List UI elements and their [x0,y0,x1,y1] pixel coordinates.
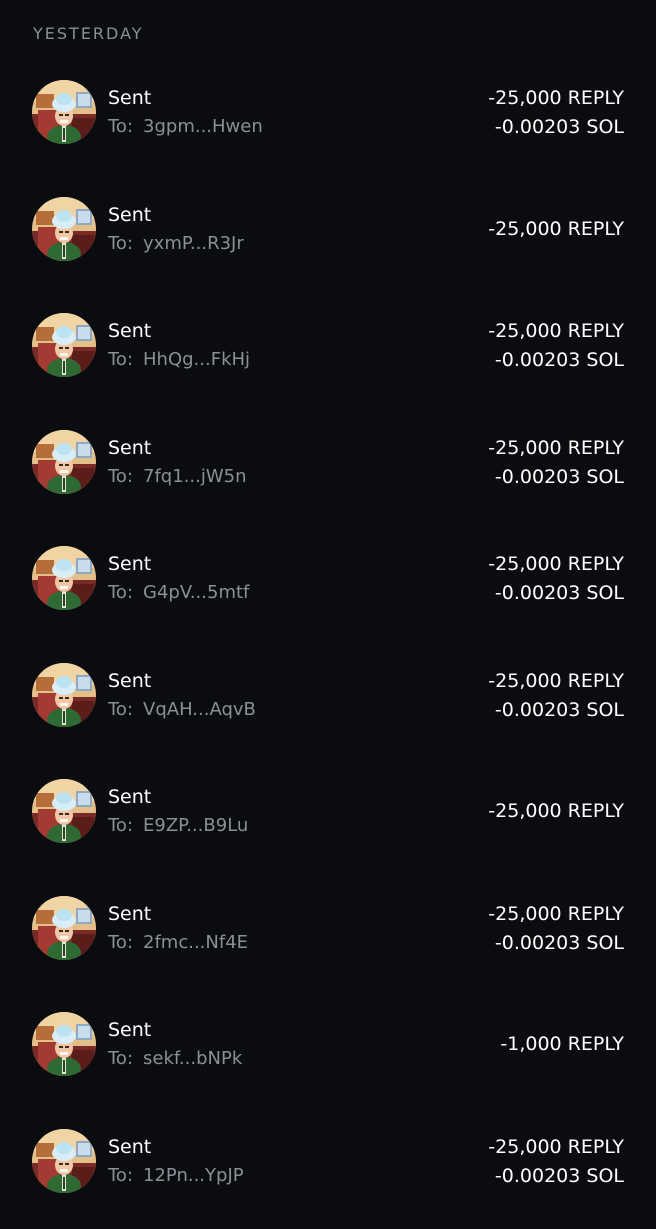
transaction-row[interactable]: Sent To: 7fq1...jW5n -25,000 REPLY -0.00203 … [0,430,656,530]
to-label: To: [108,582,134,603]
token-avatar-icon [32,80,96,144]
token-avatar-icon [32,779,96,843]
transaction-row[interactable]: Sent To: HhQg...FkHj -25,000 REPLY -0.00203 … [0,313,656,413]
token-amount: -25,000 REPLY [488,1136,624,1158]
recipient-line: To: yxmP...R3Jr [108,233,244,254]
recipient-address: G4pV...5mtf [143,582,250,603]
token-amount: -25,000 REPLY [488,218,624,240]
transaction-title: Sent [108,87,152,109]
transaction-title: Sent [108,204,152,226]
to-label: To: [108,466,134,487]
transaction-row[interactable]: Sent To: E9ZP...B9Lu -25,000 REPLY [0,779,656,879]
fee-amount: -0.00203 SOL [494,116,624,138]
recipient-address: 12Pn...YpJP [143,1165,244,1186]
token-avatar-icon [32,197,96,261]
transaction-title: Sent [108,786,152,808]
fee-amount: -0.00203 SOL [494,932,624,954]
transaction-row[interactable]: Sent To: VqAH...AqvB -25,000 REPLY -0.00203 … [0,663,656,763]
recipient-line: To: sekf...bNPk [108,1048,242,1069]
recipient-address: sekf...bNPk [143,1048,243,1069]
recipient-address: 2fmc...Nf4E [143,932,249,953]
transaction-row[interactable]: Sent To: sekf...bNPk -1,000 REPLY [0,1012,656,1112]
recipient-line: To: E9ZP...B9Lu [108,815,248,836]
recipient-line: To: 2fmc...Nf4E [108,932,248,953]
token-amount: -25,000 REPLY [488,320,624,342]
token-amount: -25,000 REPLY [488,903,624,925]
transaction-title: Sent [108,1136,152,1158]
to-label: To: [108,1165,134,1186]
recipient-line: To: 3gpm...Hwen [108,116,263,137]
transaction-list: Sent To: 3gpm...Hwen -25,000 REPLY -0.00203 … [0,0,656,1200]
token-avatar-icon [32,896,96,960]
transaction-row[interactable]: Sent To: yxmP...R3Jr -25,000 REPLY [0,197,656,297]
to-label: To: [108,932,134,953]
token-avatar-icon [32,430,96,494]
token-avatar-icon [32,313,96,377]
fee-amount: -0.00203 SOL [494,699,624,721]
recipient-line: To: 7fq1...jW5n [108,466,247,487]
token-avatar-icon [32,546,96,610]
transaction-title: Sent [108,670,152,692]
fee-amount: -0.00203 SOL [494,349,624,371]
token-amount: -25,000 REPLY [488,87,624,109]
token-amount: -1,000 REPLY [500,1033,624,1055]
recipient-address: 3gpm...Hwen [143,116,263,137]
token-avatar-icon [32,1129,96,1193]
to-label: To: [108,815,134,836]
recipient-address: 7fq1...jW5n [143,466,247,487]
to-label: To: [108,233,134,254]
token-amount: -25,000 REPLY [488,670,624,692]
fee-amount: -0.00203 SOL [494,1165,624,1187]
transaction-row[interactable]: Sent To: G4pV...5mtf -25,000 REPLY -0.00203 … [0,546,656,646]
recipient-line: To: G4pV...5mtf [108,582,249,603]
recipient-address: HhQg...FkHj [143,349,251,370]
fee-amount: -0.00203 SOL [494,466,624,488]
fee-amount: -0.00203 SOL [494,582,624,604]
token-avatar-icon [32,1012,96,1076]
recipient-address: yxmP...R3Jr [143,233,244,254]
token-amount: -25,000 REPLY [488,553,624,575]
recipient-line: To: HhQg...FkHj [108,349,250,370]
token-amount: -25,000 REPLY [488,800,624,822]
to-label: To: [108,116,134,137]
transaction-title: Sent [108,1019,152,1041]
transaction-title: Sent [108,903,152,925]
token-avatar-icon [32,663,96,727]
transaction-title: Sent [108,437,152,459]
to-label: To: [108,1048,134,1069]
transaction-title: Sent [108,553,152,575]
transaction-row[interactable]: Sent To: 3gpm...Hwen -25,000 REPLY -0.00203 … [0,80,656,180]
token-amount: -25,000 REPLY [488,437,624,459]
to-label: To: [108,699,134,720]
recipient-line: To: 12Pn...YpJP [108,1165,244,1186]
recipient-address: E9ZP...B9Lu [143,815,249,836]
transaction-row[interactable]: Sent To: 2fmc...Nf4E -25,000 REPLY -0.00203 … [0,896,656,996]
recipient-address: VqAH...AqvB [143,699,256,720]
transaction-title: Sent [108,320,152,342]
recipient-line: To: VqAH...AqvB [108,699,256,720]
to-label: To: [108,349,134,370]
transaction-row[interactable]: Sent To: 12Pn...YpJP -25,000 REPLY -0.00203 … [0,1129,656,1229]
